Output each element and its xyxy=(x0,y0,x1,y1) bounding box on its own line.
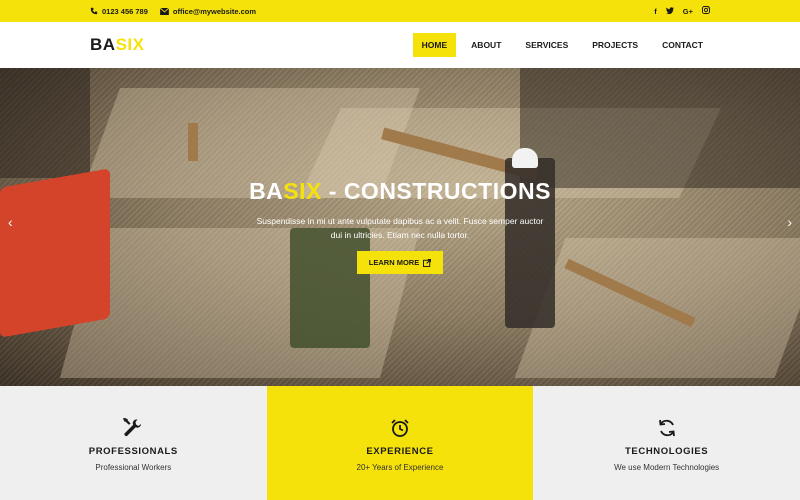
feature-technologies: TECHNOLOGIES We use Modern Technologies xyxy=(533,386,800,500)
feature-professionals: PROFESSIONALS Professional Workers xyxy=(0,386,267,500)
twitter-icon[interactable] xyxy=(665,6,674,16)
hero-title-six: SIX xyxy=(283,178,322,204)
feature-subtitle: Professional Workers xyxy=(95,463,172,472)
email-text[interactable]: office@mywebsite.com xyxy=(173,7,256,16)
feature-experience: EXPERIENCE 20+ Years of Experience xyxy=(266,386,534,500)
logo[interactable]: BASIX xyxy=(90,35,144,55)
external-link-icon xyxy=(423,258,432,267)
hero-title: BASIX - CONSTRUCTIONS xyxy=(0,178,800,205)
hero-title-rest: - CONSTRUCTIONS xyxy=(321,178,551,204)
phone-text: 0123 456 789 xyxy=(102,6,148,16)
slider-prev-arrow[interactable]: ‹ xyxy=(8,214,13,230)
envelope-icon xyxy=(159,7,169,15)
contact-info: 0123 456 789 office@mywebsite.com xyxy=(90,0,256,22)
navbar: BASIX HOME ABOUT SERVICES PROJECTS CONTA… xyxy=(0,22,800,68)
learn-more-label: LEARN MORE xyxy=(368,258,420,267)
nav-services[interactable]: SERVICES xyxy=(516,33,577,57)
alarm-clock-icon xyxy=(391,419,409,437)
learn-more-button[interactable]: LEARN MORE xyxy=(357,251,443,274)
email-info[interactable]: office@mywebsite.com xyxy=(159,7,256,16)
nav-home[interactable]: HOME xyxy=(412,33,457,57)
nav-about[interactable]: ABOUT xyxy=(462,33,510,57)
logo-text-six: SIX xyxy=(115,35,145,54)
google-plus-icon[interactable]: G+ xyxy=(683,7,693,16)
feature-title: PROFESSIONALS xyxy=(88,446,178,457)
wrench-icon xyxy=(123,418,142,437)
feature-subtitle: 20+ Years of Experience xyxy=(356,463,444,472)
feature-title: TECHNOLOGIES xyxy=(625,446,709,457)
nav-projects[interactable]: PROJECTS xyxy=(583,33,647,57)
facebook-icon[interactable]: f xyxy=(654,7,657,16)
main-nav: HOME ABOUT SERVICES PROJECTS CONTACT xyxy=(412,33,712,57)
social-links: f G+ xyxy=(654,0,711,22)
hero-slider: BASIX - CONSTRUCTIONS Suspendisse in mi … xyxy=(0,68,800,386)
hero-description: Suspendisse in mi ut ante vulputate dapi… xyxy=(256,216,544,240)
feature-title: EXPERIENCE xyxy=(366,446,434,457)
instagram-icon[interactable] xyxy=(702,6,711,16)
phone-info: 0123 456 789 xyxy=(90,7,148,16)
features-section: PROFESSIONALS Professional Workers EXPER… xyxy=(0,386,800,500)
feature-subtitle: We use Modern Technologies xyxy=(614,463,720,472)
logo-text-ba: BA xyxy=(90,35,116,54)
refresh-icon xyxy=(658,419,675,437)
top-bar: 0123 456 789 office@mywebsite.com f G+ xyxy=(0,0,800,22)
phone-icon xyxy=(90,7,98,15)
nav-contact[interactable]: CONTACT xyxy=(653,33,712,57)
slider-next-arrow[interactable]: › xyxy=(787,214,792,230)
hero-title-ba: BA xyxy=(249,178,284,204)
